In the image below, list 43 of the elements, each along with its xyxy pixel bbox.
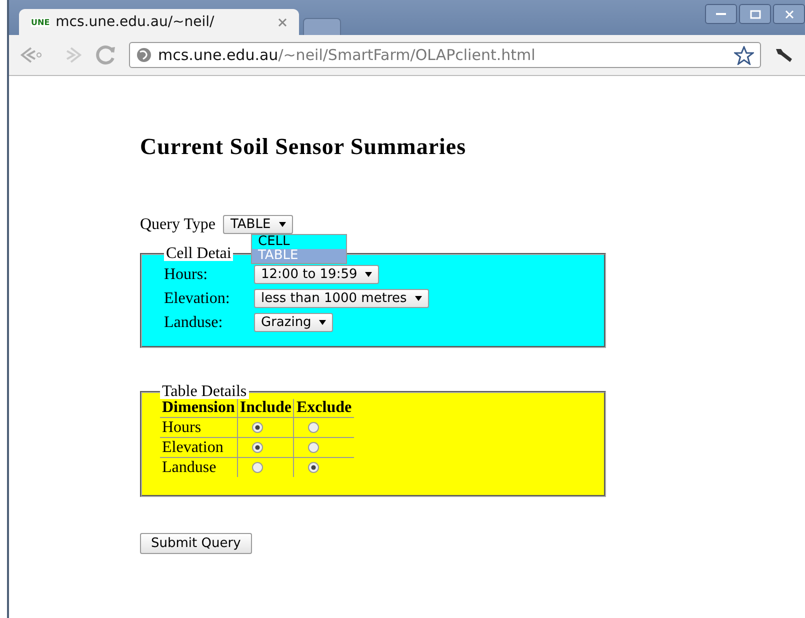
caret-icon — [319, 320, 326, 325]
radio-button[interactable] — [252, 422, 263, 433]
tab-title: mcs.une.edu.au/~neil/ — [56, 14, 216, 30]
url-host: mcs.une.edu.au — [158, 46, 278, 64]
minimize-icon — [716, 12, 726, 16]
close-icon[interactable] — [278, 18, 287, 26]
address-bar[interactable]: mcs.une.edu.au/~neil/SmartFarm/OLAPclient.html — [129, 42, 761, 68]
close-button[interactable] — [773, 4, 805, 24]
field-label: Elevation: — [164, 290, 231, 308]
radio-button[interactable] — [308, 422, 320, 433]
table-cell: Elevation — [160, 438, 238, 458]
radio-button[interactable] — [308, 442, 320, 453]
minimize-button[interactable] — [705, 4, 737, 24]
star-icon[interactable] — [734, 46, 754, 64]
panel-legend: Cell Detai — [164, 246, 234, 261]
url-path: /~neil/SmartFarm/OLAPclient.html — [278, 46, 536, 64]
radio-button[interactable] — [252, 442, 263, 453]
panel-legend: Table Details — [160, 384, 249, 399]
browser-tab[interactable]: UNE mcs.une.edu.au/~neil/ — [19, 9, 299, 35]
caret-icon — [414, 296, 422, 301]
radio-button[interactable] — [308, 462, 320, 473]
select-field[interactable]: Grazing — [254, 313, 334, 332]
submit-button[interactable]: Submit Query — [140, 533, 252, 554]
select-field[interactable]: less than 1000 metres — [254, 289, 429, 308]
table-cell: Hours — [160, 418, 238, 438]
dropdown-option[interactable]: CELL — [252, 235, 346, 249]
column-header: Dimension — [160, 399, 238, 418]
caret-icon — [365, 272, 372, 277]
maximize-button[interactable] — [739, 4, 771, 24]
query-type-select[interactable]: TABLE — [223, 215, 293, 234]
maximize-icon — [750, 10, 760, 18]
column-header: Include — [237, 399, 294, 418]
site-favicon: UNE — [31, 18, 50, 26]
caret-icon — [278, 222, 286, 227]
select-field[interactable]: 12:00 to 19:59 — [254, 265, 380, 284]
page-heading: Current Soil Sensor Summaries — [140, 134, 468, 160]
field-label: Landuse: — [164, 314, 224, 332]
field-label: Query Type — [140, 216, 216, 234]
close-icon — [784, 10, 794, 18]
radio-button[interactable] — [252, 462, 263, 473]
table-cell: Landuse — [160, 458, 238, 477]
field-label: Hours: — [164, 266, 209, 284]
column-header: Exclude — [294, 399, 354, 418]
